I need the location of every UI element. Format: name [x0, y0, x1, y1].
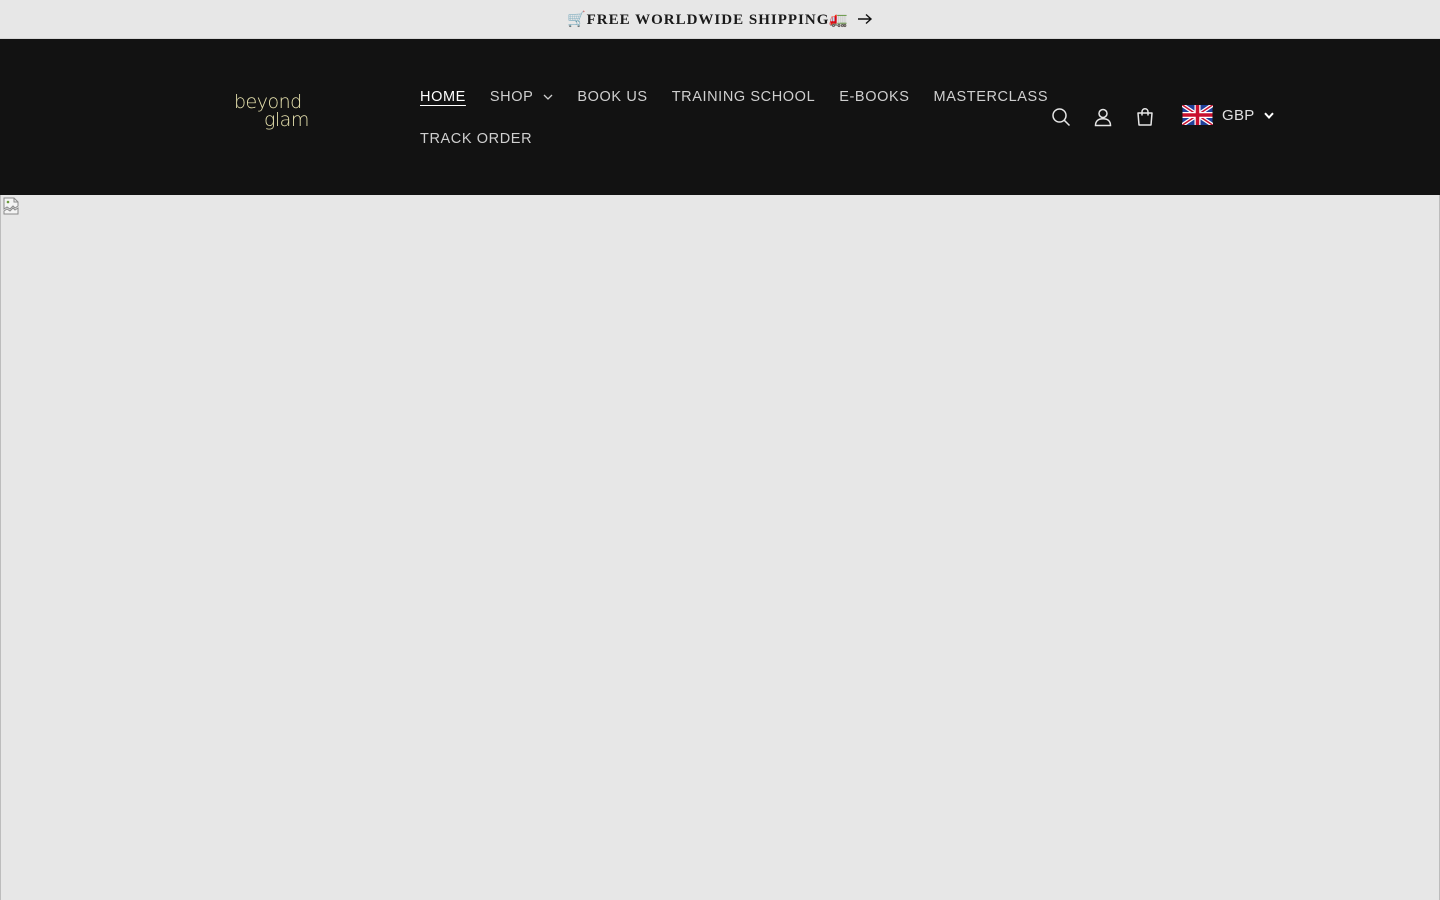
nav-row-1: HOME SHOP BOOK US TRAINING SCHOOL E-BOOK…	[408, 77, 1047, 117]
search-button[interactable]	[1040, 99, 1082, 135]
chevron-down-icon	[543, 94, 553, 100]
announcement-link[interactable]: 🛒FREE WORLDWIDE SHIPPING🚛	[567, 10, 873, 29]
nav-item-track-order[interactable]: TRACK ORDER	[408, 119, 544, 159]
nav-row-2: TRACK ORDER	[408, 119, 1028, 159]
cart-icon	[1137, 108, 1153, 126]
nav-label: TRAINING SCHOOL	[671, 89, 816, 105]
announcement-bar: 🛒FREE WORLDWIDE SHIPPING🚛	[0, 0, 1440, 39]
nav-label: BOOK US	[577, 89, 648, 105]
nav-item-book-us[interactable]: BOOK US	[565, 77, 659, 117]
nav-label: HOME	[420, 89, 466, 105]
nav-label: SHOP	[489, 89, 534, 105]
broken-image-icon	[3, 197, 19, 215]
nav-label: MASTERCLASS	[933, 89, 1049, 105]
nav-item-e-books[interactable]: E-BOOKS	[827, 77, 921, 117]
site-header: beyond glam HOME SHOP BOOK US TRAINING S…	[0, 39, 1440, 195]
main-nav: HOME SHOP BOOK US TRAINING SCHOOL E-BOOK…	[408, 77, 1047, 159]
account-icon	[1094, 108, 1112, 127]
nav-item-training-school[interactable]: TRAINING SCHOOL	[660, 77, 828, 117]
hero-banner	[0, 195, 1440, 900]
nav-item-shop[interactable]: SHOP	[478, 77, 566, 117]
currency-selector[interactable]: GBP	[1182, 105, 1274, 125]
announcement-text: 🛒FREE WORLDWIDE SHIPPING🚛	[566, 11, 850, 28]
chevron-down-icon	[1263, 112, 1274, 119]
logo[interactable]: beyond glam	[228, 93, 318, 137]
nav-label: E-BOOKS	[839, 89, 910, 105]
search-icon	[1052, 108, 1071, 127]
cart-button[interactable]	[1124, 99, 1166, 135]
arrow-right-icon	[858, 13, 873, 25]
logo-line-2: glam	[264, 109, 309, 131]
currency-code: GBP	[1222, 106, 1255, 124]
header-icons	[1040, 99, 1166, 135]
nav-item-home[interactable]: HOME	[408, 77, 478, 117]
nav-label: TRACK ORDER	[420, 131, 533, 147]
account-button[interactable]	[1082, 99, 1124, 135]
uk-flag-icon	[1182, 105, 1213, 125]
